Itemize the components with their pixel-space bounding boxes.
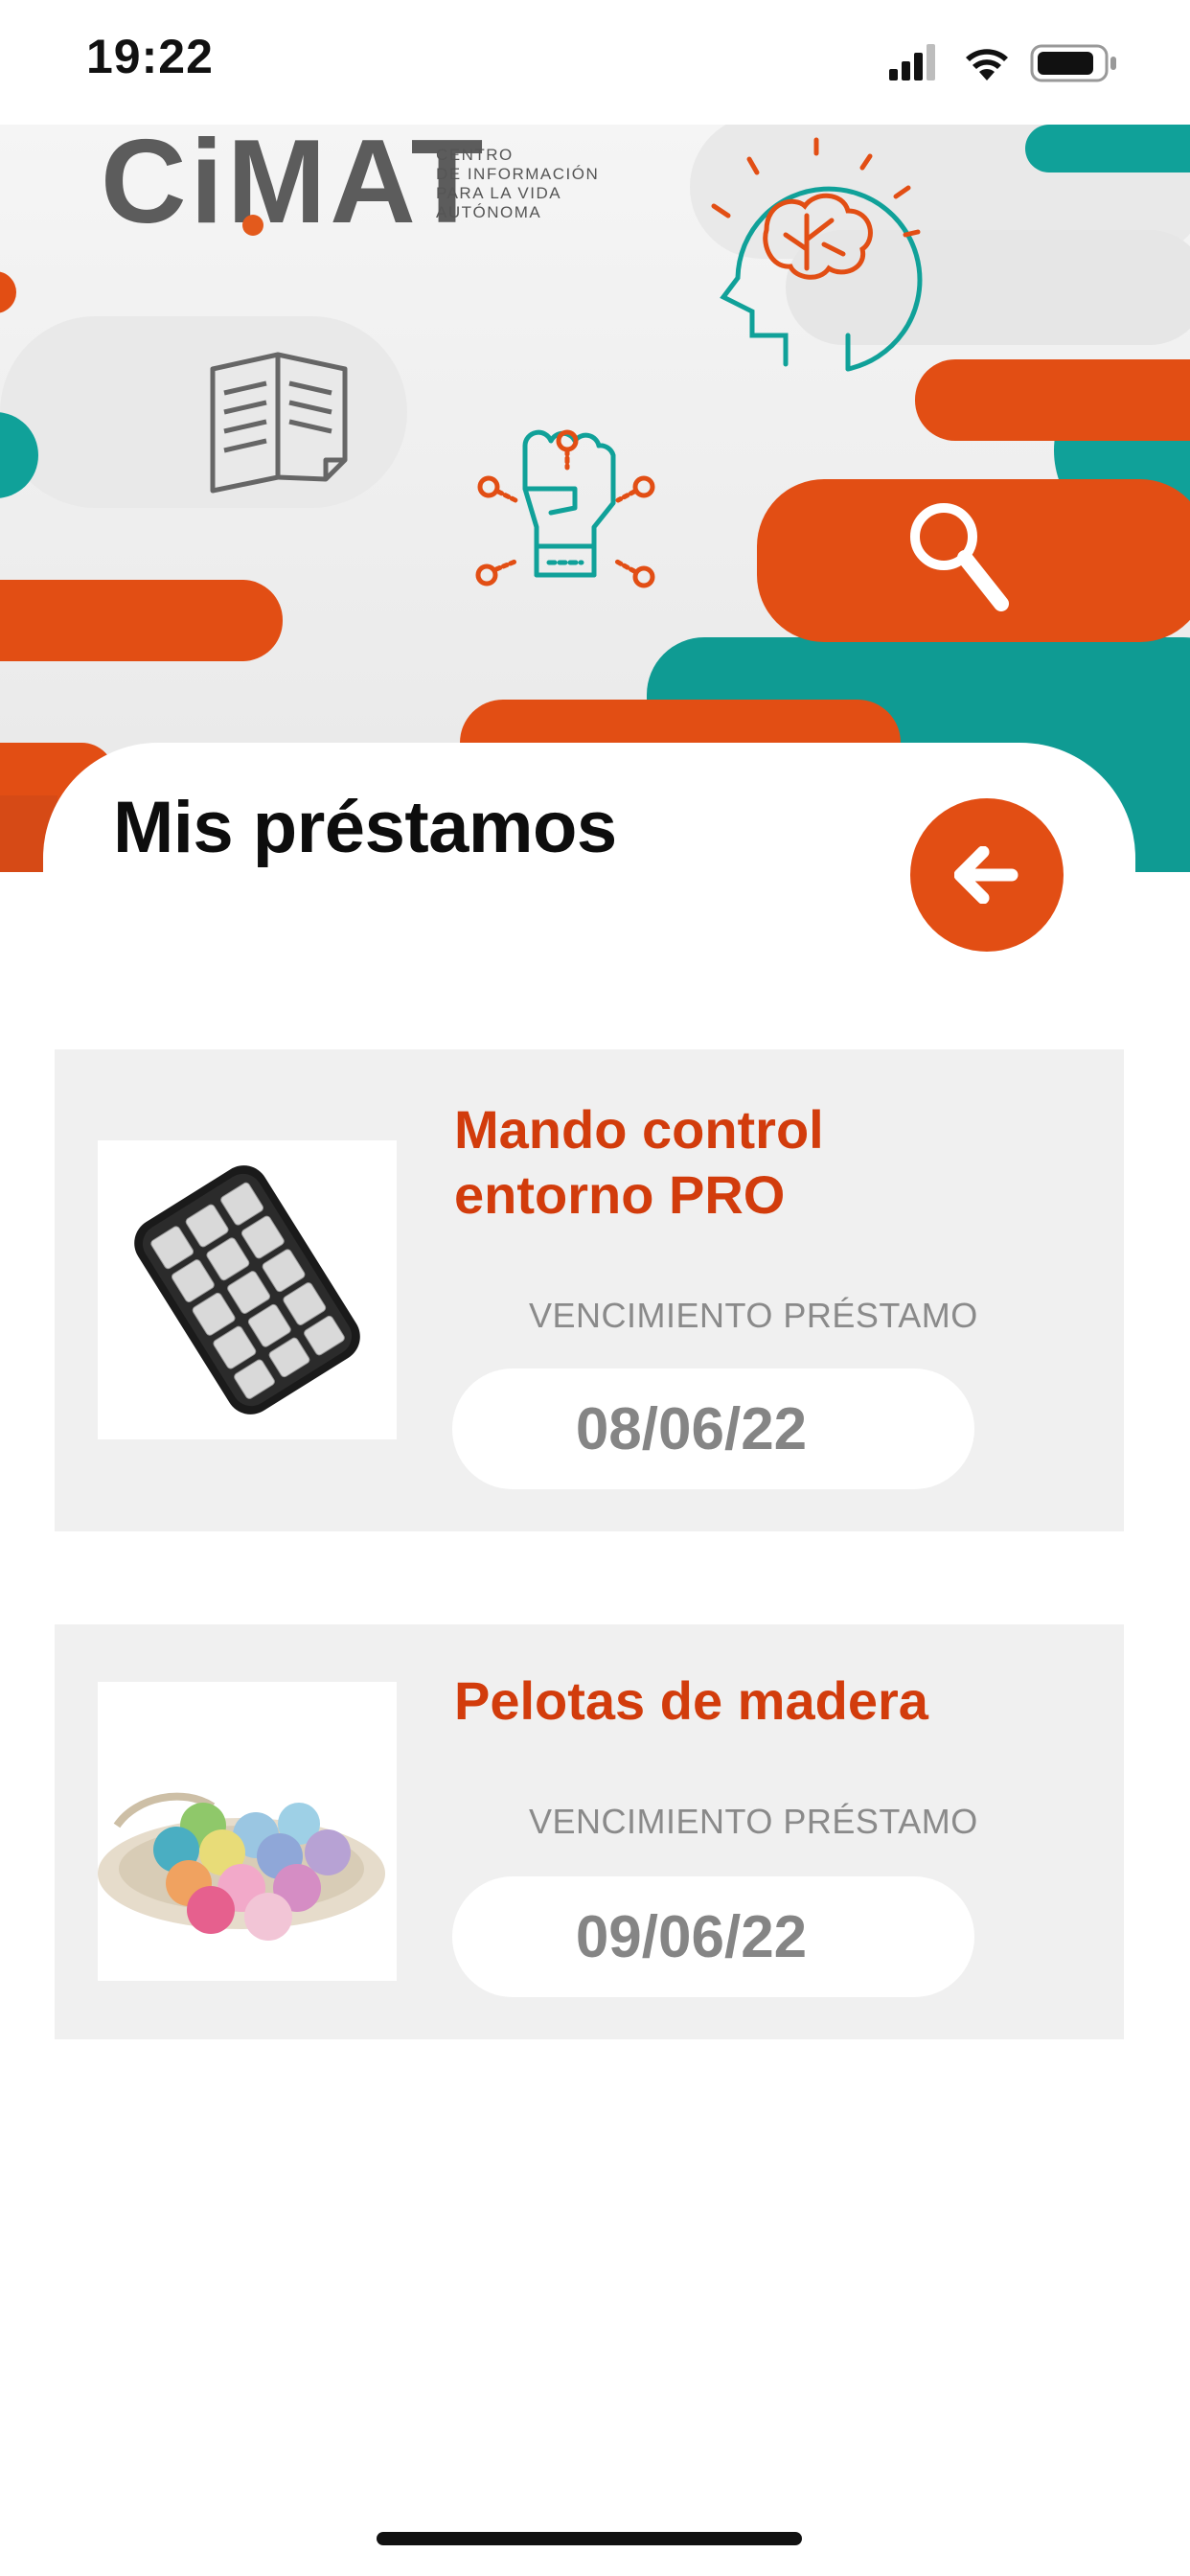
loan-item-name[interactable]: Mando control entorno PRO bbox=[454, 1097, 1029, 1228]
status-bar: 19:22 bbox=[0, 0, 1190, 125]
signal-icon bbox=[889, 44, 935, 80]
due-label: VENCIMIENTO PRÉSTAMO bbox=[529, 1296, 978, 1335]
wooden-balls-image bbox=[98, 1682, 397, 1981]
logo-wordmark: CiMAT bbox=[101, 116, 488, 248]
logo-accent-dot bbox=[242, 215, 263, 236]
due-date-pill: 08/06/22 bbox=[452, 1368, 974, 1489]
due-date: 08/06/22 bbox=[575, 1395, 808, 1462]
loan-card[interactable]: Mando control entorno PRO VENCIMIENTO PR… bbox=[55, 1049, 1124, 1531]
logo-subtitle: CENTRO DE INFORMACIÓN PARA LA VIDA AUTÓN… bbox=[436, 146, 599, 222]
loan-card[interactable]: Pelotas de madera VENCIMIENTO PRÉSTAMO 0… bbox=[55, 1624, 1124, 2039]
cimat-logo: CiMAT CENTRO DE INFORMACIÓN PARA LA VIDA… bbox=[101, 116, 618, 248]
wifi-icon bbox=[966, 49, 1008, 80]
status-icons bbox=[889, 44, 1116, 82]
logo-subtitle-line: CENTRO bbox=[436, 146, 514, 164]
home-indicator[interactable] bbox=[377, 2532, 802, 2545]
due-date: 09/06/22 bbox=[575, 1903, 808, 1970]
due-label: VENCIMIENTO PRÉSTAMO bbox=[529, 1802, 978, 1841]
arrow-left-icon bbox=[954, 846, 1018, 904]
due-date-pill: 09/06/22 bbox=[452, 1876, 974, 1997]
logo-subtitle-line: PARA LA VIDA bbox=[436, 184, 562, 202]
page-title: Mis préstamos bbox=[113, 787, 617, 868]
battery-icon bbox=[1030, 44, 1116, 82]
logo-subtitle-line: AUTÓNOMA bbox=[436, 203, 542, 221]
status-time: 19:22 bbox=[86, 30, 214, 83]
remote-control-image bbox=[98, 1140, 397, 1439]
loan-item-name[interactable]: Pelotas de madera bbox=[454, 1668, 1029, 1734]
logo-subtitle-line: DE INFORMACIÓN bbox=[436, 165, 600, 183]
back-button[interactable] bbox=[910, 798, 1064, 952]
screen: 19:22 CiMAT CENTRO DE INFORMACIÓN PARA L… bbox=[0, 0, 1190, 2576]
